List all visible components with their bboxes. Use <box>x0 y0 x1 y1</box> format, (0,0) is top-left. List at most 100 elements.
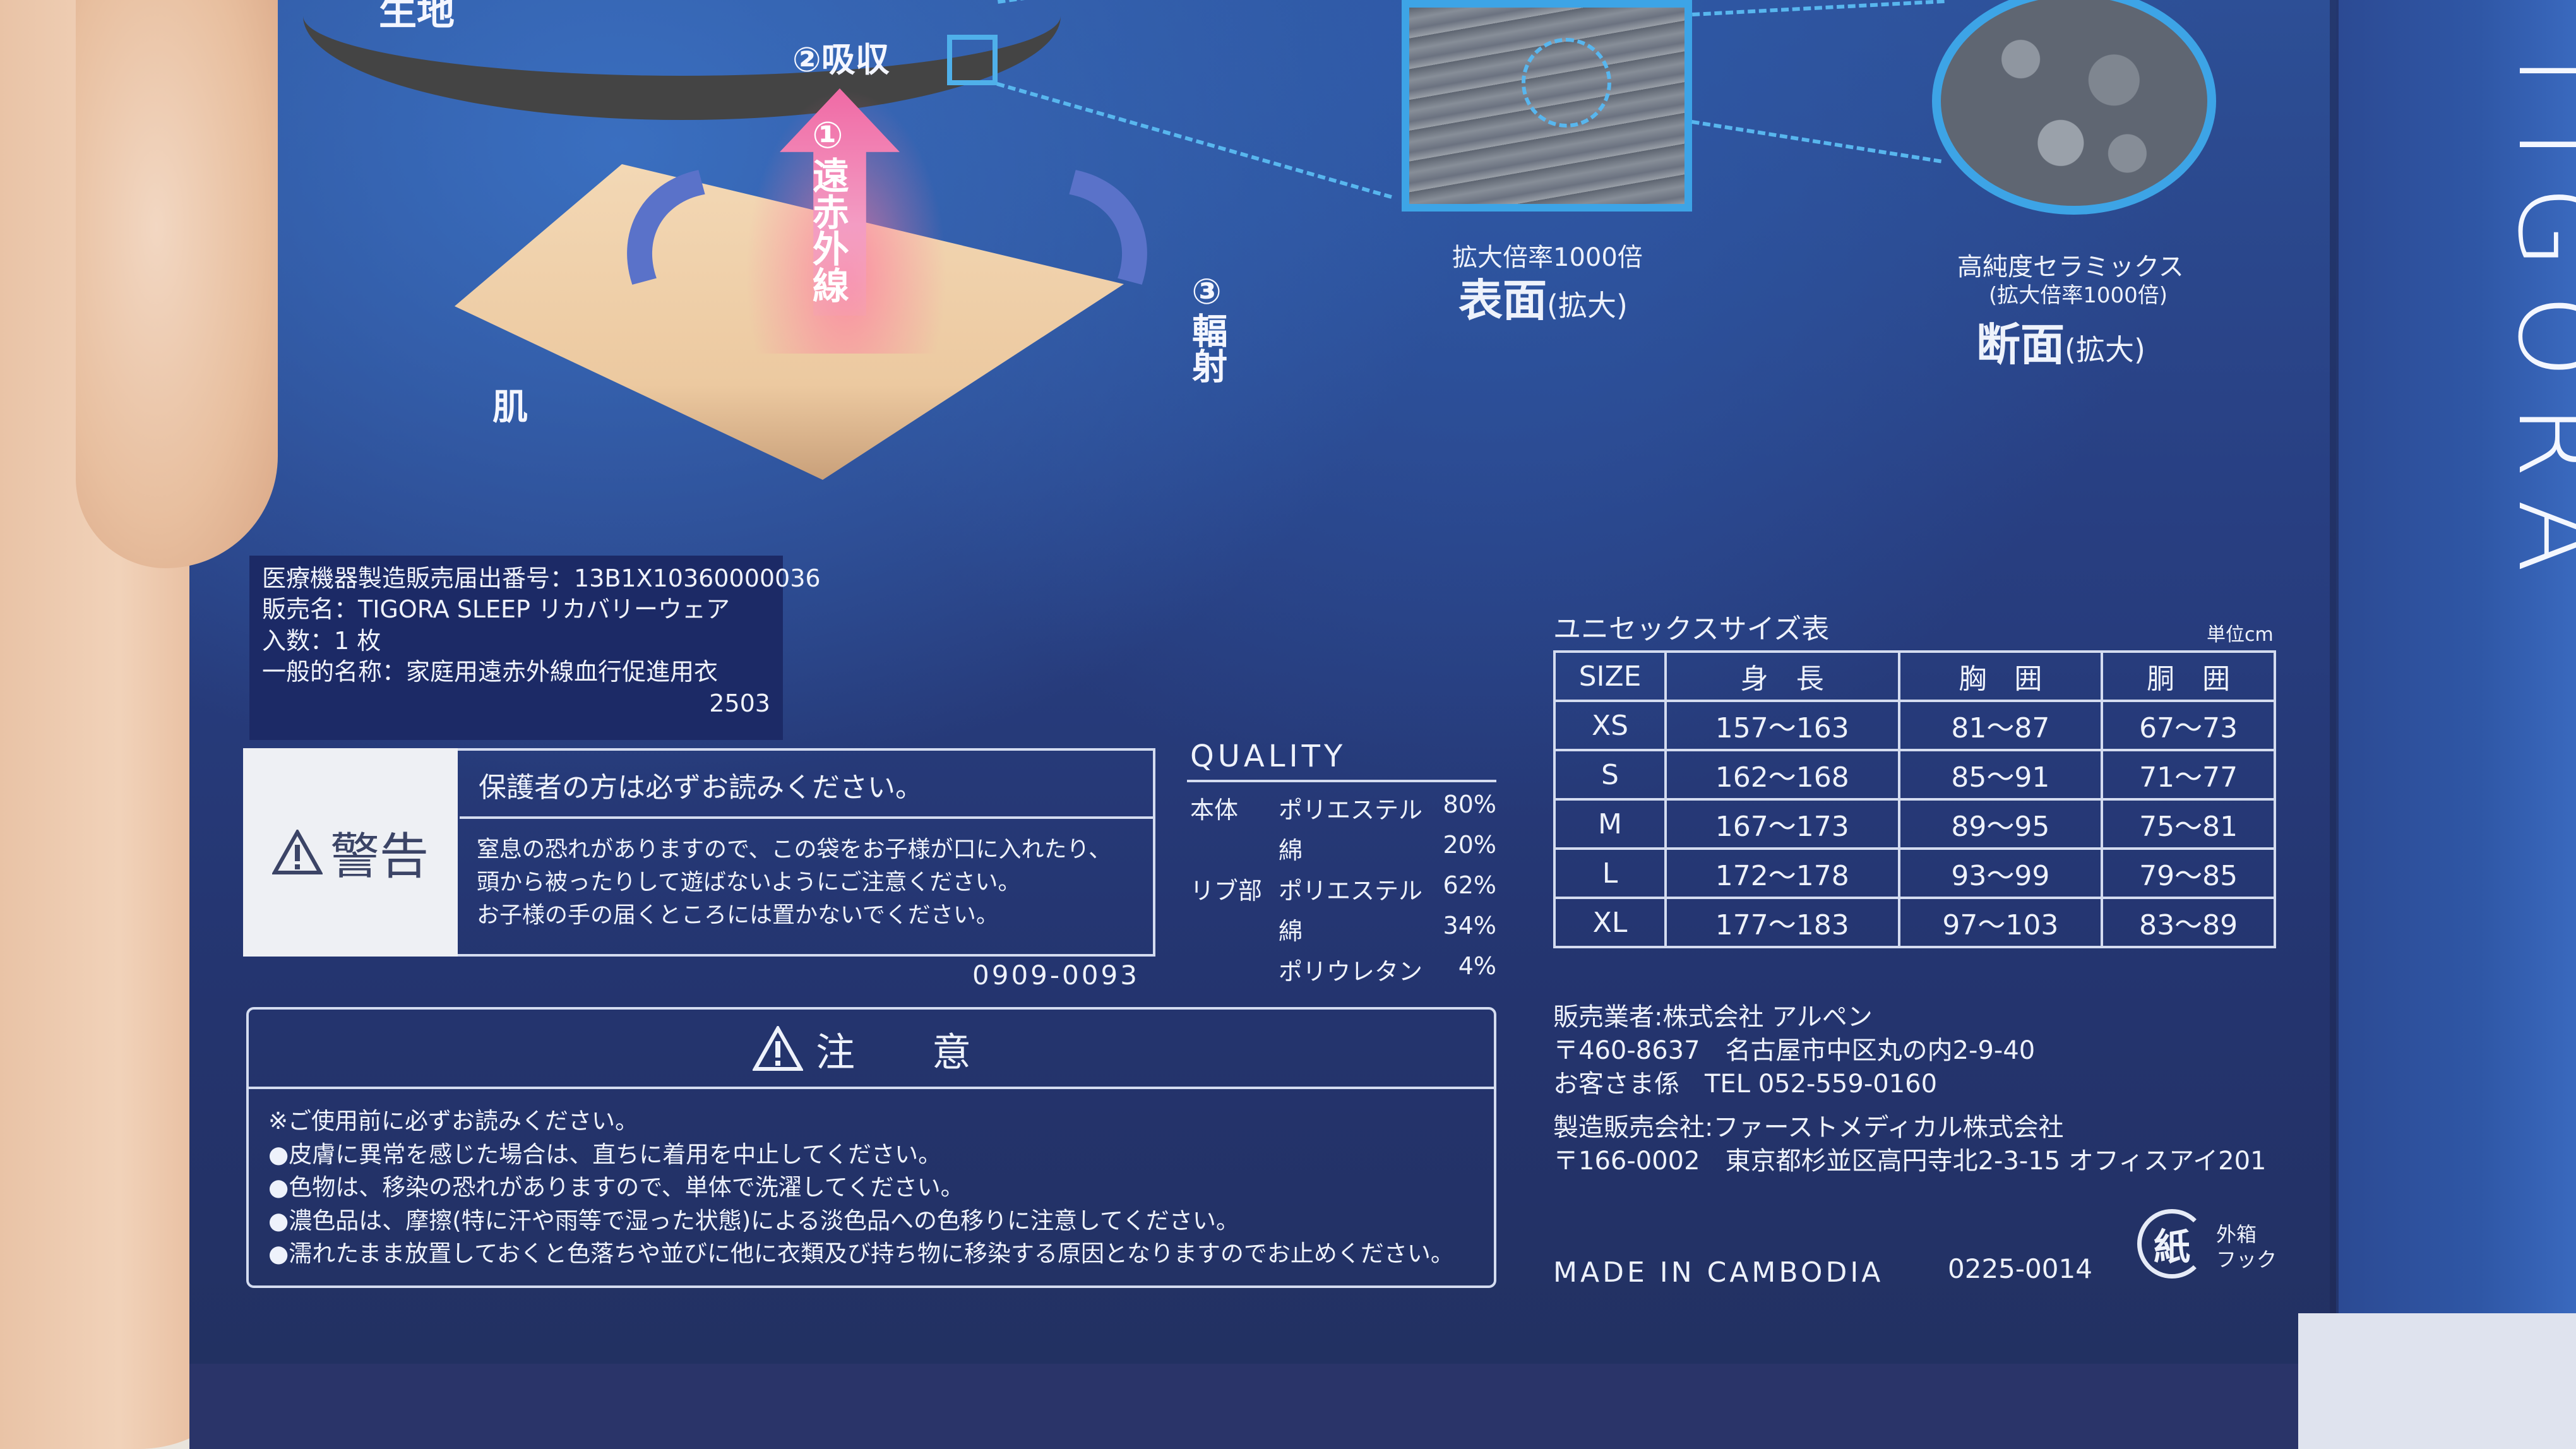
table-header: SIZE <box>1553 650 1667 702</box>
table-header: 身 長 <box>1664 650 1900 702</box>
product-code: 0225-0014 <box>1948 1253 2092 1284</box>
table-cell: 97〜103 <box>1897 897 2104 948</box>
warning-line: 頭から被ったりして遊ばないようにご注意ください。 <box>477 869 1021 896</box>
quality-part: リブ部 <box>1190 877 1263 905</box>
ceramic-title: 断面(拡大) <box>1976 309 2145 373</box>
warning-code: 0909-0093 <box>972 960 1140 991</box>
quality-material: 綿 <box>1279 837 1303 864</box>
background-surface <box>2298 1313 2576 1449</box>
caution-line: ●濡れたまま放置しておくと色落ちや並びに他に衣類及び持ち物に移染する原因となりま… <box>268 1240 1454 1268</box>
surface-title-suffix: (拡大) <box>1547 289 1628 323</box>
caution-triangle-icon <box>752 1025 803 1071</box>
quality-title: QUALITY <box>1190 739 1347 774</box>
ceramic-title-text: 断面 <box>1976 319 2065 371</box>
table-cell: 67〜73 <box>2101 700 2276 751</box>
caution-line: ●皮膚に異常を感じた場合は、直ちに着用を中止してください。 <box>268 1140 942 1168</box>
table-row: XL 177〜183 97〜103 83〜89 <box>1553 897 2276 948</box>
table-header: 胴 囲 <box>2101 650 2276 702</box>
quality-percent: 34% <box>1443 912 1496 939</box>
warning-heading: 保護者の方は必ずお読みください。 <box>460 751 1153 819</box>
radiation-label: ③輻射 <box>1186 271 1227 383</box>
skin-label: 肌 <box>492 387 528 428</box>
table-cell: 167〜173 <box>1664 798 1900 850</box>
brand-logo: TIGORA <box>2494 38 2576 599</box>
table-cell: 89〜95 <box>1897 798 2104 850</box>
surface-highlight-circle <box>1522 38 1611 128</box>
quality-percent: 4% <box>1458 952 1496 980</box>
medical-code: 2503 <box>709 689 770 717</box>
seller-line: 〒460-8637 名古屋市中区丸の内2-9-40 <box>1553 1035 2036 1065</box>
table-cell: S <box>1553 749 1667 801</box>
medical-line: 販売名：TIGORA SLEEP リカバリーウェア <box>262 595 730 624</box>
table-cell: 81〜87 <box>1897 700 2104 751</box>
paper-recycle-icon: 紙 <box>2137 1209 2207 1279</box>
size-table: SIZE 身 長 胸 囲 胴 囲 XS 157〜163 81〜87 67〜73 … <box>1553 650 2276 948</box>
table-cell: 83〜89 <box>2101 897 2276 948</box>
recycle-label: 外箱 フック <box>2216 1222 2277 1272</box>
quality-material: ポリウレタン <box>1279 958 1423 986</box>
table-cell: 75〜81 <box>2101 798 2276 850</box>
table-row: S 162〜168 85〜91 71〜77 <box>1553 749 2276 801</box>
quality-material: ポリエステル <box>1279 796 1423 824</box>
caution-line: ●色物は、移染の恐れがありますので、単体で洗濯してください。 <box>268 1174 964 1202</box>
caution-line: ※ご使用前に必ずお読みください。 <box>268 1107 639 1135</box>
thumb <box>76 0 278 568</box>
quality-part: 本体 <box>1190 796 1239 824</box>
quality-divider <box>1187 780 1496 782</box>
table-row: L 172〜178 93〜99 79〜85 <box>1553 847 2276 899</box>
table-cell: 79〜85 <box>2101 847 2276 899</box>
table-cell: 93〜99 <box>1897 847 2104 899</box>
medical-line: 医療機器製造販売届出番号：13B1X10360000036 <box>262 564 821 592</box>
seller-line: お客さま係 TEL 052-559-0160 <box>1553 1069 1938 1099</box>
table-header: 胸 囲 <box>1897 650 2104 702</box>
seller-line: 販売業者:株式会社 アルペン <box>1553 1003 1873 1032</box>
quality-material: ポリエステル <box>1279 877 1423 905</box>
recycle-mark-text: 紙 <box>2153 1225 2190 1268</box>
table-cell: XS <box>1553 700 1667 751</box>
table-cell: 172〜178 <box>1664 847 1900 899</box>
recycle-label-line: 外箱 <box>2216 1222 2257 1246</box>
caution-heading: 注 意 <box>249 1010 1494 1089</box>
table-cell: XL <box>1553 897 1667 948</box>
medical-line: 入数：1 枚 <box>262 626 381 655</box>
table-cell: L <box>1553 847 1667 899</box>
warning-line: お子様の手の届くところには置かないでください。 <box>477 902 999 929</box>
size-table-unit: 単位cm <box>2207 624 2274 646</box>
warning-label: 警告 <box>243 748 458 957</box>
caution-title: 注 意 <box>815 1029 990 1075</box>
maker-line: 〒166-0002 東京都杉並区高円寺北2-3-15 オフィスアイ201 <box>1553 1146 2267 1176</box>
caution-line: ●濃色品は、摩擦(特に汗や雨等で湿った状態)による淡色品への色移りに注意してくだ… <box>268 1207 1239 1234</box>
caution-body: ※ご使用前に必ずお読みください。 ●皮膚に異常を感じた場合は、直ちに着用を中止し… <box>268 1105 1481 1271</box>
table-header-row: SIZE 身 長 胸 囲 胴 囲 <box>1553 650 2276 702</box>
package-bottom-edge <box>189 1364 2336 1449</box>
warning-label-text: 警告 <box>330 828 429 885</box>
surface-title: 表面(拡大) <box>1458 265 1628 329</box>
far-infrared-label: ①遠赤外線 <box>806 114 849 303</box>
medical-line: 一般的名称：家庭用遠赤外線血行促進用衣 <box>262 658 719 686</box>
warning-body: 窒息の恐れがありますので、この袋をお子様が口に入れたり、 頭から被ったりして遊ば… <box>477 833 1146 933</box>
quality-percent: 62% <box>1443 871 1496 899</box>
ceramic-magnification: (拡大倍率1000倍) <box>1989 283 2168 308</box>
maker-info: 製造販売会社:ファーストメディカル株式会社 〒166-0002 東京都杉並区高円… <box>1553 1111 2267 1178</box>
warning-triangle-icon <box>271 830 323 874</box>
quality-percent: 20% <box>1443 831 1496 859</box>
medical-device-info: 医療機器製造販売届出番号：13B1X10360000036 販売名：TIGORA… <box>249 556 821 740</box>
table-cell: M <box>1553 798 1667 850</box>
warning-line: 窒息の恐れがありますので、この袋をお子様が口に入れたり、 <box>477 837 1112 862</box>
ceramic-title-suffix: (拡大) <box>2065 333 2145 367</box>
table-cell: 177〜183 <box>1664 897 1900 948</box>
magnify-marker-icon <box>947 35 998 85</box>
table-row: XS 157〜163 81〜87 67〜73 <box>1553 700 2276 751</box>
table-cell: 157〜163 <box>1664 700 1900 751</box>
table-cell: 71〜77 <box>2101 749 2276 801</box>
size-table-title: ユニセックスサイズ表 <box>1553 613 1830 645</box>
table-cell: 162〜168 <box>1664 749 1900 801</box>
fabric-label: 生地 <box>379 0 455 34</box>
seller-info: 販売業者:株式会社 アルペン 〒460-8637 名古屋市中区丸の内2-9-40… <box>1553 1001 2035 1100</box>
recycle-label-line: フック <box>2216 1248 2277 1272</box>
quality-material: 綿 <box>1279 917 1303 945</box>
flap-crease <box>2330 0 2339 1449</box>
table-row: M 167〜173 89〜95 75〜81 <box>1553 798 2276 850</box>
absorb-label: ②吸収 <box>792 40 890 80</box>
surface-title-text: 表面 <box>1458 275 1547 326</box>
